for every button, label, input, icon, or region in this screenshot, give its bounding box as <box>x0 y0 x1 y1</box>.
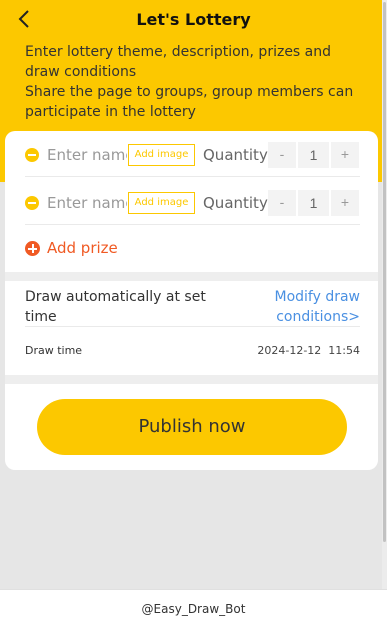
bot-name: @Easy_Draw_Bot <box>141 602 246 616</box>
add-image-button[interactable]: Add image <box>128 192 195 214</box>
scrollbar[interactable] <box>382 0 387 589</box>
plus-circle-icon <box>25 241 40 256</box>
prize-row: Add image Quantity - 1 + <box>25 179 360 225</box>
quantity-value[interactable]: 1 <box>298 142 329 168</box>
add-image-button[interactable]: Add image <box>128 144 195 166</box>
draw-time-label: Draw time <box>25 344 83 357</box>
modify-draw-conditions-link[interactable]: Modify draw conditions> <box>250 287 360 327</box>
draw-time-value[interactable]: 2024-12-12 11:54 <box>257 344 360 357</box>
publish-button[interactable]: Publish now <box>37 399 347 455</box>
prize-name-input[interactable] <box>47 145 127 165</box>
quantity-label: Quantity <box>203 194 268 212</box>
intro-line-2: Share the page to groups, group members … <box>25 84 354 120</box>
intro-text: Enter lottery theme, description, prizes… <box>25 42 370 122</box>
auto-draw-label: Draw automatically at set time <box>25 289 206 325</box>
scrollbar-thumb[interactable] <box>383 2 386 542</box>
footer: @Easy_Draw_Bot <box>0 589 387 630</box>
page-title: Let's Lottery <box>136 10 251 29</box>
prize-row: Add image Quantity - 1 + <box>25 131 360 177</box>
increment-button[interactable]: + <box>331 142 359 168</box>
lottery-form-card: Add image Quantity - 1 + Add image Quant… <box>5 131 378 470</box>
minus-circle-icon[interactable] <box>25 148 39 162</box>
quantity-stepper: - 1 + <box>268 142 359 168</box>
minus-circle-icon[interactable] <box>25 196 39 210</box>
section-separator <box>5 272 378 281</box>
section-separator <box>5 375 378 384</box>
decrement-button[interactable]: - <box>268 142 296 168</box>
increment-button[interactable]: + <box>331 190 359 216</box>
quantity-value[interactable]: 1 <box>298 190 329 216</box>
quantity-stepper: - 1 + <box>268 190 359 216</box>
prize-name-input[interactable] <box>47 193 127 213</box>
intro-line-1: Enter lottery theme, description, prizes… <box>25 44 332 80</box>
quantity-label: Quantity <box>203 146 268 164</box>
divider <box>25 326 360 327</box>
add-prize-label: Add prize <box>47 239 118 257</box>
decrement-button[interactable]: - <box>268 190 296 216</box>
